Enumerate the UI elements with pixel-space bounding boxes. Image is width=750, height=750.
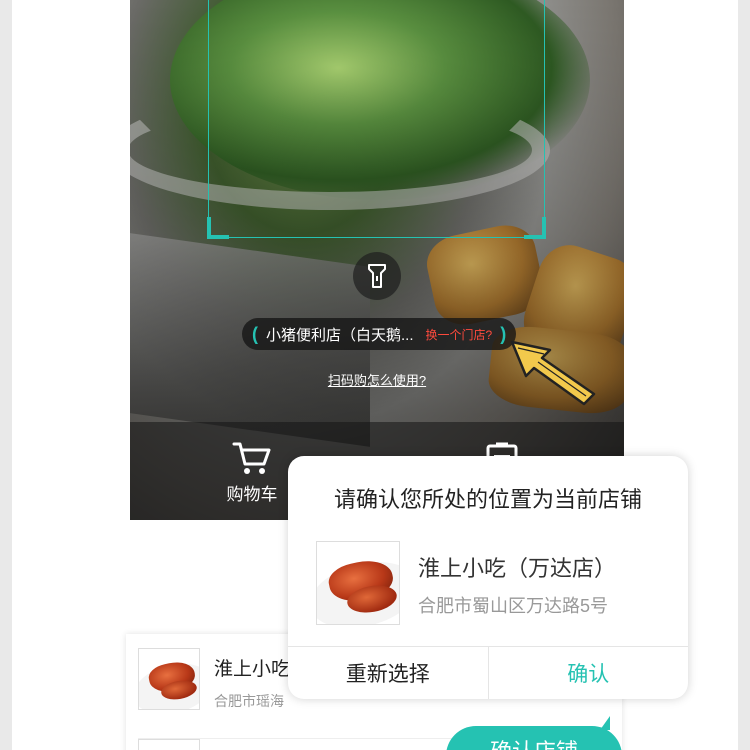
pointer-arrow-icon: [510, 340, 596, 406]
dialog-actions: 重新选择 确认: [288, 646, 688, 699]
dialog-title: 请确认您所处的位置为当前店铺: [333, 487, 642, 512]
list-item-text: 淮上小吃 合肥市瑶海: [214, 648, 290, 711]
scan-frame-corner: [207, 217, 229, 239]
scan-frame-corner: [524, 217, 546, 239]
cart-icon: [232, 442, 271, 474]
scan-frame: [207, 0, 546, 239]
scanner-screen: ( 小猪便利店（白天鹅... 换一个门店? ) 扫码购怎么使用? 购物车: [130, 0, 624, 520]
current-store-name: 小猪便利店（白天鹅...: [266, 326, 414, 344]
reselect-button[interactable]: 重新选择: [288, 647, 489, 699]
dialog-store-thumbnail: [316, 541, 400, 625]
current-store-pill[interactable]: ( 小猪便利店（白天鹅... 换一个门店? ): [242, 318, 517, 350]
switch-store-link[interactable]: 换一个门店?: [426, 326, 493, 343]
confirm-location-dialog: 请确认您所处的位置为当前店铺 淮上小吃（万达店） 合肥市蜀山区万达路5号 重新选…: [288, 456, 688, 699]
tab-cart[interactable]: 购物车: [222, 440, 282, 505]
pill-right-bracket: ): [500, 323, 507, 344]
dialog-store-name: 淮上小吃（万达店）: [418, 556, 617, 581]
list-item-address: 合肥市瑶海: [214, 693, 284, 709]
pill-left-bracket: (: [252, 323, 258, 344]
store-thumbnail: [138, 648, 200, 710]
confirm-store-button[interactable]: 确认店铺: [446, 716, 622, 750]
store-thumbnail: [138, 739, 200, 750]
dialog-store-address: 合肥市蜀山区万达路5号: [418, 596, 609, 616]
confirm-button[interactable]: 确认: [489, 647, 689, 699]
tab-cart-label: 购物车: [226, 485, 278, 504]
flashlight-icon: [368, 264, 386, 288]
flashlight-button[interactable]: [353, 252, 401, 300]
list-item-name: 淮上小吃: [214, 659, 291, 680]
